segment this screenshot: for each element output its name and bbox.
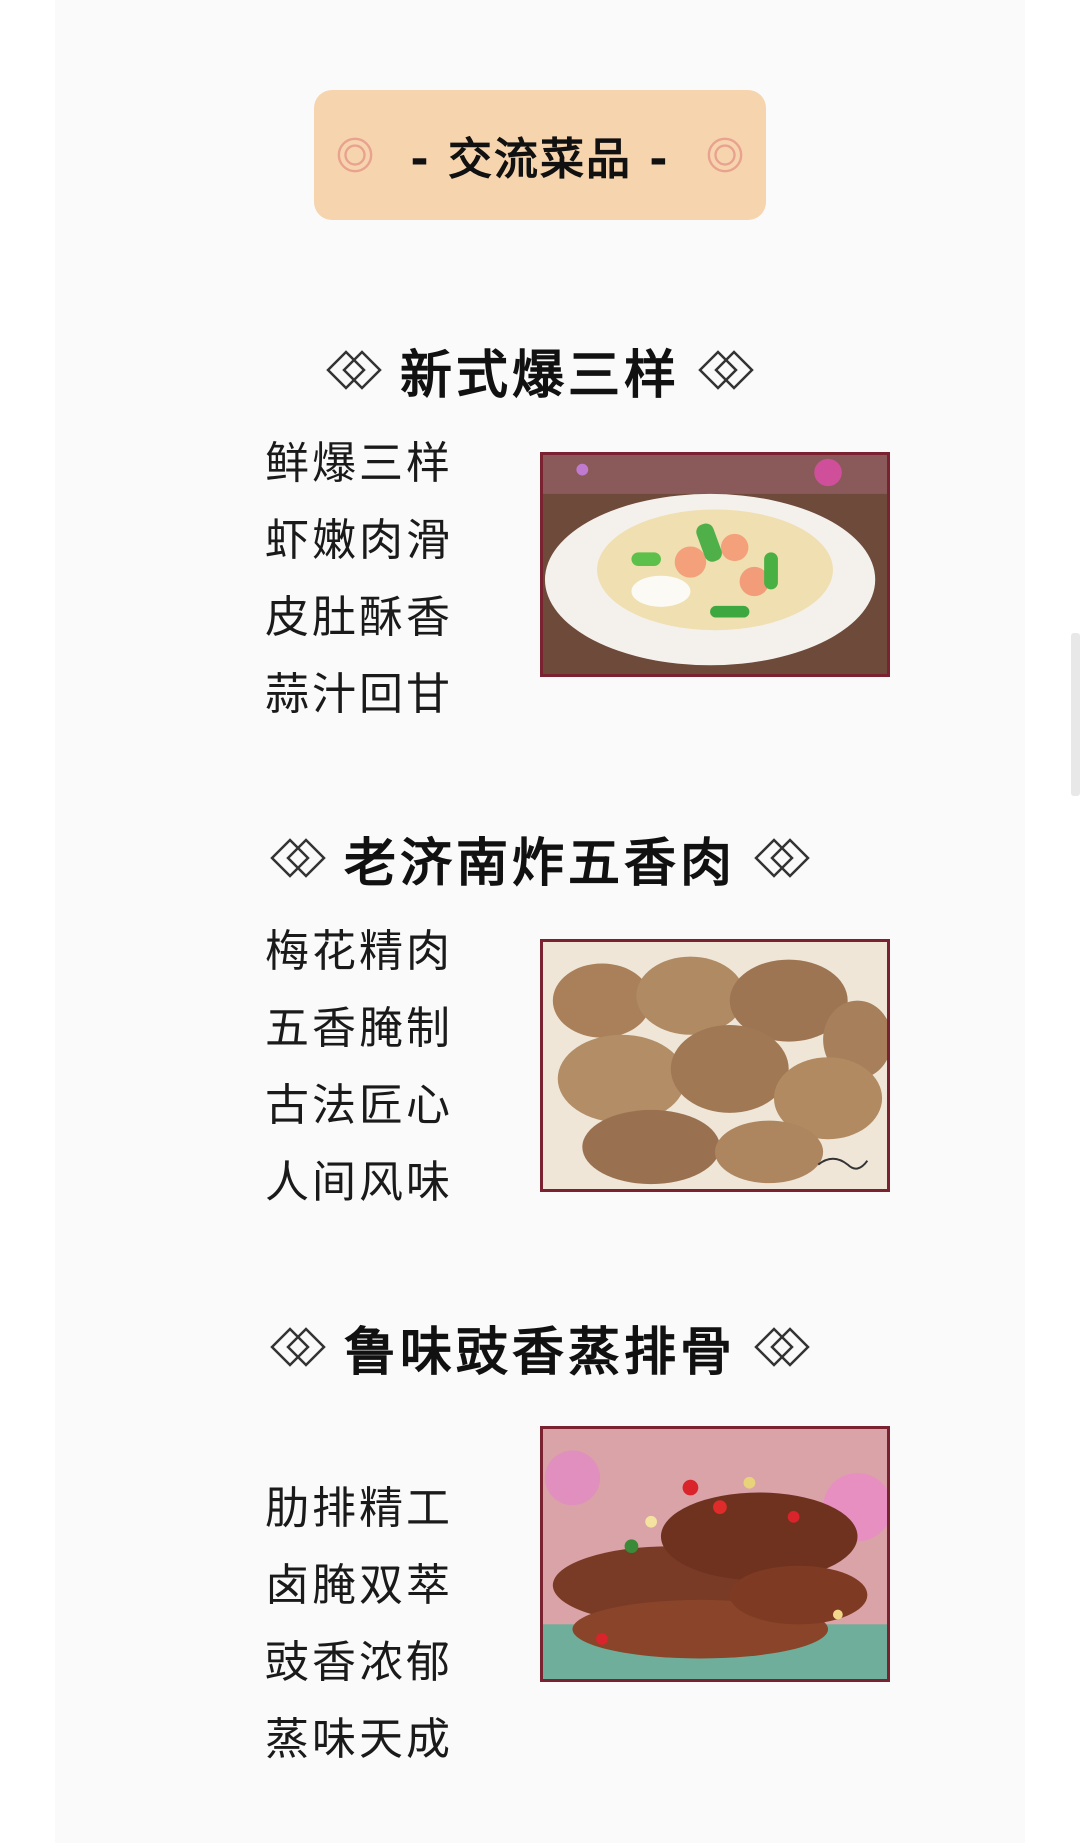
dish-name: 鲁味豉香蒸排骨 [343, 1322, 736, 1383]
dish-photo [540, 939, 890, 1192]
dish-name: 新式爆三样 [399, 345, 680, 406]
double-diamond-icon [754, 1327, 810, 1367]
page: - 交流菜品 - 新式爆三样 鲜爆三样 虾嫩肉滑 皮肚酥香 蒜汁回甘 老济南炸五… [0, 0, 1080, 1843]
description-line: 鲜爆三样 [265, 438, 453, 489]
double-diamond-icon [698, 350, 754, 390]
dish-name: 老济南炸五香肉 [343, 833, 736, 894]
description-line: 蒜汁回甘 [265, 669, 453, 720]
dish-heading: 鲁味豉香蒸排骨 [0, 1312, 1080, 1383]
dish-heading: 老济南炸五香肉 [0, 823, 1080, 894]
description-line: 五香腌制 [265, 1003, 453, 1054]
section-title: - 交流菜品 - [410, 134, 670, 185]
dish-photo [540, 1426, 890, 1682]
target-circle-icon [337, 137, 373, 173]
double-diamond-icon [754, 838, 810, 878]
dish-description: 梅花精肉 五香腌制 古法匠心 人间风味 [265, 913, 485, 1221]
double-diamond-icon [270, 1327, 326, 1367]
dish-heading: 新式爆三样 [0, 335, 1080, 406]
scroll-indicator[interactable] [1071, 633, 1080, 796]
dish-photo [540, 452, 890, 677]
target-circle-icon [707, 137, 743, 173]
description-line: 肋排精工 [265, 1483, 453, 1534]
section-banner: - 交流菜品 - [314, 90, 766, 220]
description-line: 蒸味天成 [265, 1714, 453, 1765]
dish-description: 肋排精工 卤腌双萃 豉香浓郁 蒸味天成 [265, 1470, 485, 1778]
description-line: 古法匠心 [265, 1080, 453, 1131]
description-line: 豉香浓郁 [265, 1637, 453, 1688]
double-diamond-icon [326, 350, 382, 390]
description-line: 梅花精肉 [265, 926, 453, 977]
description-line: 人间风味 [265, 1157, 453, 1208]
description-line: 皮肚酥香 [265, 592, 453, 643]
double-diamond-icon [270, 838, 326, 878]
description-line: 卤腌双萃 [265, 1560, 453, 1611]
description-line: 虾嫩肉滑 [265, 515, 453, 566]
dish-description: 鲜爆三样 虾嫩肉滑 皮肚酥香 蒜汁回甘 [265, 425, 485, 733]
